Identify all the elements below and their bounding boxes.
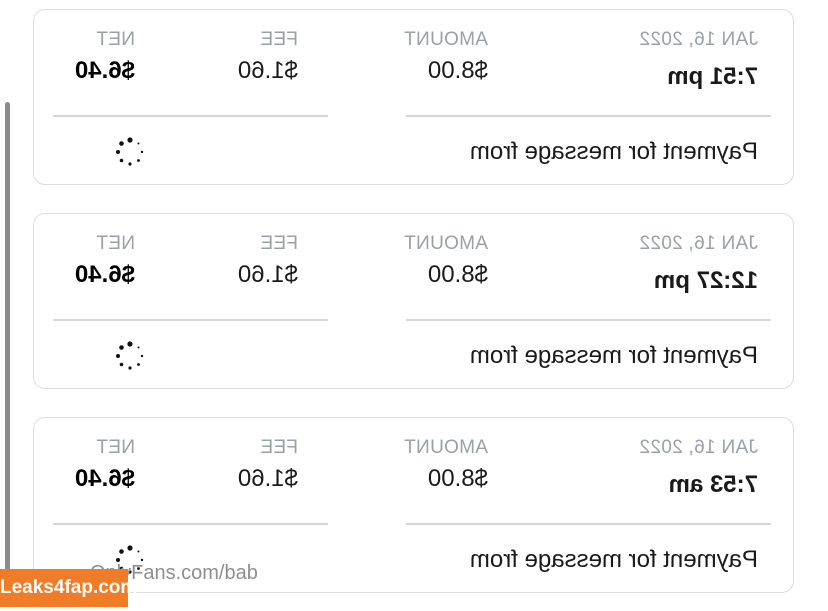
transaction-date: JAN 16, 2022 (639, 233, 758, 254)
net-label: NET (96, 437, 135, 458)
amount-value: $8.00 (427, 261, 488, 288)
transaction-description: Payment for message from (469, 138, 758, 165)
amount-label: AMOUNT (403, 233, 488, 254)
divider (406, 319, 771, 321)
fee-value: $1.60 (237, 261, 298, 288)
transaction-time: 12:27 pm (653, 267, 758, 294)
watermark-logo: Leaks4fap.com (0, 569, 137, 607)
divider (53, 523, 328, 525)
transaction-card: JAN 16, 2022 7:51 pm AMOUNT $8.00 FEE $1… (33, 9, 794, 185)
divider (53, 319, 328, 321)
date-column: JAN 16, 2022 7:51 pm (639, 28, 758, 92)
transaction-date: JAN 16, 2022 (639, 437, 758, 458)
loading-spinner-icon (116, 137, 144, 166)
net-column: NET $6.40 (75, 28, 135, 86)
fee-value: $1.60 (237, 465, 298, 492)
transaction-date: JAN 16, 2022 (639, 29, 758, 50)
amount-value: $8.00 (427, 465, 488, 492)
net-label: NET (96, 233, 135, 254)
net-column: NET $6.40 (75, 232, 135, 290)
amount-column: AMOUNT $8.00 (404, 232, 488, 290)
date-column: JAN 16, 2022 7:53 am (639, 436, 758, 500)
transaction-card: JAN 16, 2022 12:27 pm AMOUNT $8.00 FEE $… (33, 213, 794, 389)
net-value: $6.40 (74, 261, 135, 288)
net-column: NET $6.40 (75, 436, 135, 494)
net-label: NET (96, 29, 135, 50)
divider (53, 115, 328, 117)
scrollbar[interactable] (5, 102, 10, 592)
transaction-description: Payment for message from (469, 546, 758, 573)
date-column: JAN 16, 2022 12:27 pm (639, 232, 758, 296)
transaction-description: Payment for message from (469, 342, 758, 369)
amount-value: $8.00 (427, 57, 488, 84)
amount-label: AMOUNT (403, 437, 488, 458)
net-value: $6.40 (74, 57, 135, 84)
transaction-card-content: JAN 16, 2022 7:51 pm AMOUNT $8.00 FEE $1… (34, 10, 793, 184)
transaction-time: 7:53 am (668, 471, 758, 498)
fee-label: FEE (260, 29, 298, 50)
fee-column: FEE $1.60 (238, 28, 298, 86)
transaction-time: 7:51 pm (667, 63, 758, 90)
fee-column: FEE $1.60 (238, 232, 298, 290)
divider (406, 523, 771, 525)
amount-label: AMOUNT (403, 29, 488, 50)
divider (406, 115, 771, 117)
fee-label: FEE (260, 233, 298, 254)
net-value: $6.40 (74, 465, 135, 492)
fee-value: $1.60 (237, 57, 298, 84)
loading-spinner-icon (116, 341, 144, 370)
amount-column: AMOUNT $8.00 (404, 436, 488, 494)
transaction-card-content: JAN 16, 2022 12:27 pm AMOUNT $8.00 FEE $… (34, 214, 793, 388)
amount-column: AMOUNT $8.00 (404, 28, 488, 86)
fee-label: FEE (260, 437, 298, 458)
fee-column: FEE $1.60 (238, 436, 298, 494)
